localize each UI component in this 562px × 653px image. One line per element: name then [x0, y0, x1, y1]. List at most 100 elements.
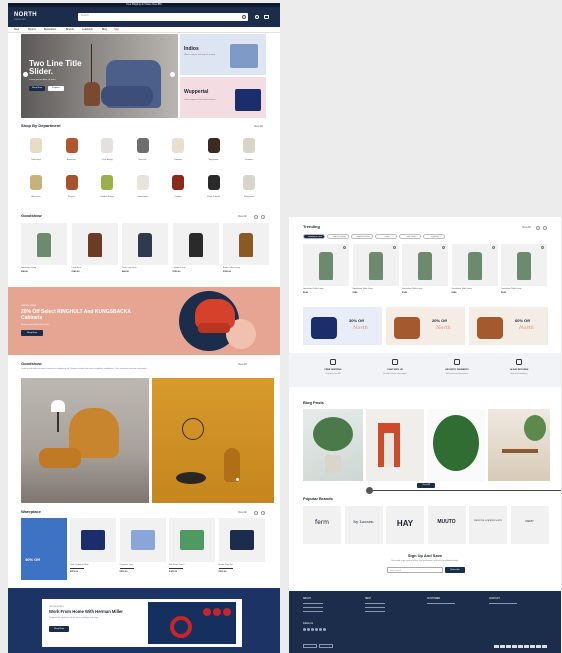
hero-prev-arrow[interactable] [23, 72, 28, 77]
goodshow-product-card[interactable]: Task Lamp Dark $89.00 [122, 223, 168, 279]
wishlist-icon[interactable] [491, 246, 495, 249]
nav-item-sale[interactable]: Sale [114, 28, 119, 32]
promo-card-indios[interactable]: Indios What to expect and why it's a tre… [180, 34, 266, 75]
herman-button[interactable]: Shop Now [49, 626, 69, 632]
goodshow-editorial-view-all[interactable]: View All [238, 363, 247, 366]
footer-select-1[interactable] [303, 644, 317, 648]
department-card[interactable]: Candles [163, 170, 193, 204]
wareplace-prev-arrow[interactable] [254, 511, 258, 515]
wareplace-product-card[interactable]: File Sorter Green $375.00 [169, 518, 215, 580]
department-card[interactable]: Nightstand [199, 133, 229, 167]
cabinet-banner[interactable]: LIMITED OFFER 20% Off Select RINGHULT An… [8, 287, 280, 355]
goodshow-next-arrow[interactable] [261, 215, 265, 219]
account-icon[interactable] [255, 15, 259, 19]
nav-item-bestsellers[interactable]: Bestsellers [44, 28, 56, 32]
trending-next-arrow[interactable] [543, 226, 547, 230]
newsletter-email-field[interactable]: Enter email [387, 567, 443, 573]
footer-link-lines-2[interactable] [365, 603, 385, 604]
trending-chip[interactable]: Table Lamps [399, 234, 421, 239]
goodshow-product-card[interactable]: Cylinder Lamp $120.00 [172, 223, 219, 279]
trending-product-card[interactable]: Goodshow Table Lamp $149 [352, 244, 399, 299]
trending-product-card[interactable]: Goodshow Table Lamp $149 [501, 244, 547, 299]
goodshow-prev-arrow[interactable] [254, 215, 258, 219]
offer-card[interactable]: 30% Off North [303, 307, 382, 345]
footer-link-lines-4[interactable] [489, 603, 517, 604]
nav-item-brands[interactable]: Brands [66, 28, 74, 32]
trending-chip[interactable]: Desk Accessories [351, 234, 373, 239]
footer-link-lines-3[interactable] [427, 603, 455, 604]
department-card[interactable]: Armchairs [57, 133, 87, 167]
department-card[interactable]: Plug-ins [57, 170, 87, 204]
goodshow-product-card[interactable]: Amber Glass Lamp $160.00 [223, 223, 269, 279]
wareplace-product-card[interactable]: Binder Clips Set $275.00 [218, 518, 265, 580]
wareplace-view-all[interactable]: View All [238, 511, 247, 514]
wishlist-icon[interactable] [343, 246, 346, 249]
wishlist-icon[interactable] [541, 246, 544, 249]
hero-shop-button[interactable]: Shop Now [29, 86, 45, 91]
blog-image-room[interactable] [366, 409, 424, 481]
newsletter-subscribe-button[interactable]: Subscribe [445, 567, 465, 573]
blog-image-monstera[interactable] [427, 409, 485, 481]
blog-scrollbar-handle[interactable] [366, 487, 373, 494]
trending-chip[interactable]: Chairs & Seating [327, 234, 349, 239]
footer-link-lines-1[interactable] [303, 603, 323, 604]
trending-product-card[interactable]: Goodshow Table Lamp $149 [303, 244, 349, 299]
department-card[interactable]: Dining sets [234, 170, 264, 204]
goodshow-view-all[interactable]: View All [238, 215, 247, 218]
logo[interactable]: NORTH [14, 12, 37, 19]
department-card[interactable]: Pendants [234, 133, 264, 167]
search-icon[interactable] [242, 15, 246, 19]
trending-chip[interactable]: Marketing & Office [303, 234, 325, 239]
department-card[interactable]: Armchairs [21, 170, 51, 204]
department-card[interactable]: Table lamp [21, 133, 51, 167]
footer-select-2[interactable] [319, 644, 333, 648]
wareplace-product-card[interactable]: Desk Organizer Blue $275.00 [70, 518, 116, 580]
department-card[interactable]: Lampshades [128, 170, 158, 204]
offer-card[interactable]: 20% Off North [386, 307, 465, 345]
brand-logo-card[interactable]: MUUTO [427, 506, 466, 544]
offer-card[interactable]: 60% Off North [469, 307, 548, 345]
trending-view-all[interactable]: View All [522, 226, 531, 229]
promo-card-wuppertal[interactable]: Wuppertal Color changes & fine finish fu… [180, 77, 266, 118]
department-card[interactable]: Vases & bowls [199, 170, 229, 204]
blog-scrollbar-track[interactable] [369, 490, 561, 491]
wareplace-product-card[interactable]: Organizer Tray $275.00 [119, 518, 166, 580]
trending-chip[interactable]: Lamps [375, 234, 397, 239]
blog-view-all-button[interactable]: View All [417, 483, 435, 488]
hero-next-arrow[interactable] [170, 72, 175, 77]
nav-item-blog[interactable]: Blog [102, 28, 107, 32]
department-card[interactable]: Cushions [163, 133, 193, 167]
nav-item-new[interactable]: New [14, 28, 19, 32]
brand-logo-card[interactable]: BRUUNS COPENHAGEN [469, 506, 507, 544]
editorial-hotspot[interactable] [236, 478, 239, 481]
wareplace-feature-card[interactable]: 40% Off [21, 518, 67, 580]
nav-item-lookbook[interactable]: Lookbook [82, 28, 93, 32]
blog-image-dining[interactable] [488, 409, 550, 481]
trending-prev-arrow[interactable] [536, 226, 540, 230]
search-input[interactable]: Search [78, 13, 248, 21]
brand-logo-card[interactable]: ferm [303, 506, 341, 544]
nav-item-rooms[interactable]: Rooms [28, 28, 36, 32]
cart-icon[interactable] [264, 15, 269, 19]
departments-view-all[interactable]: View All [254, 125, 263, 128]
wishlist-icon[interactable] [442, 246, 445, 249]
trending-product-card[interactable]: Goodshow Table Lamp $149 [402, 244, 448, 299]
hero-slider[interactable]: Two Line Title Slider. Lorem ipsum dolor… [21, 34, 178, 118]
wishlist-icon[interactable] [392, 246, 396, 249]
banner-button[interactable]: Shop Now [21, 330, 43, 336]
herman-miller-banner[interactable]: NEW ARRIVALS Work From Home With Herman … [8, 588, 280, 653]
brand-logo-card[interactable]: HAY [386, 506, 424, 544]
department-card[interactable]: Outdoor lounge [92, 170, 122, 204]
editorial-image-vase[interactable] [152, 378, 274, 503]
blog-image-plants[interactable] [303, 409, 363, 481]
trending-chip[interactable]: Organizers [423, 234, 445, 239]
department-card[interactable]: Chair dining [92, 133, 122, 167]
trending-product-card[interactable]: Goodshow Table Lamp $149 [451, 244, 498, 299]
goodshow-product-card[interactable]: Lamp Arco $145.00 [71, 223, 118, 279]
footer-social-icons[interactable] [303, 628, 306, 631]
editorial-image-armchair[interactable] [21, 378, 149, 503]
brand-logo-card[interactable]: KEPP [510, 506, 549, 544]
wareplace-next-arrow[interactable] [261, 511, 265, 515]
department-card[interactable]: Benches [128, 133, 158, 167]
goodshow-product-card[interactable]: Goodshow Lamp $98.00 [21, 223, 67, 279]
